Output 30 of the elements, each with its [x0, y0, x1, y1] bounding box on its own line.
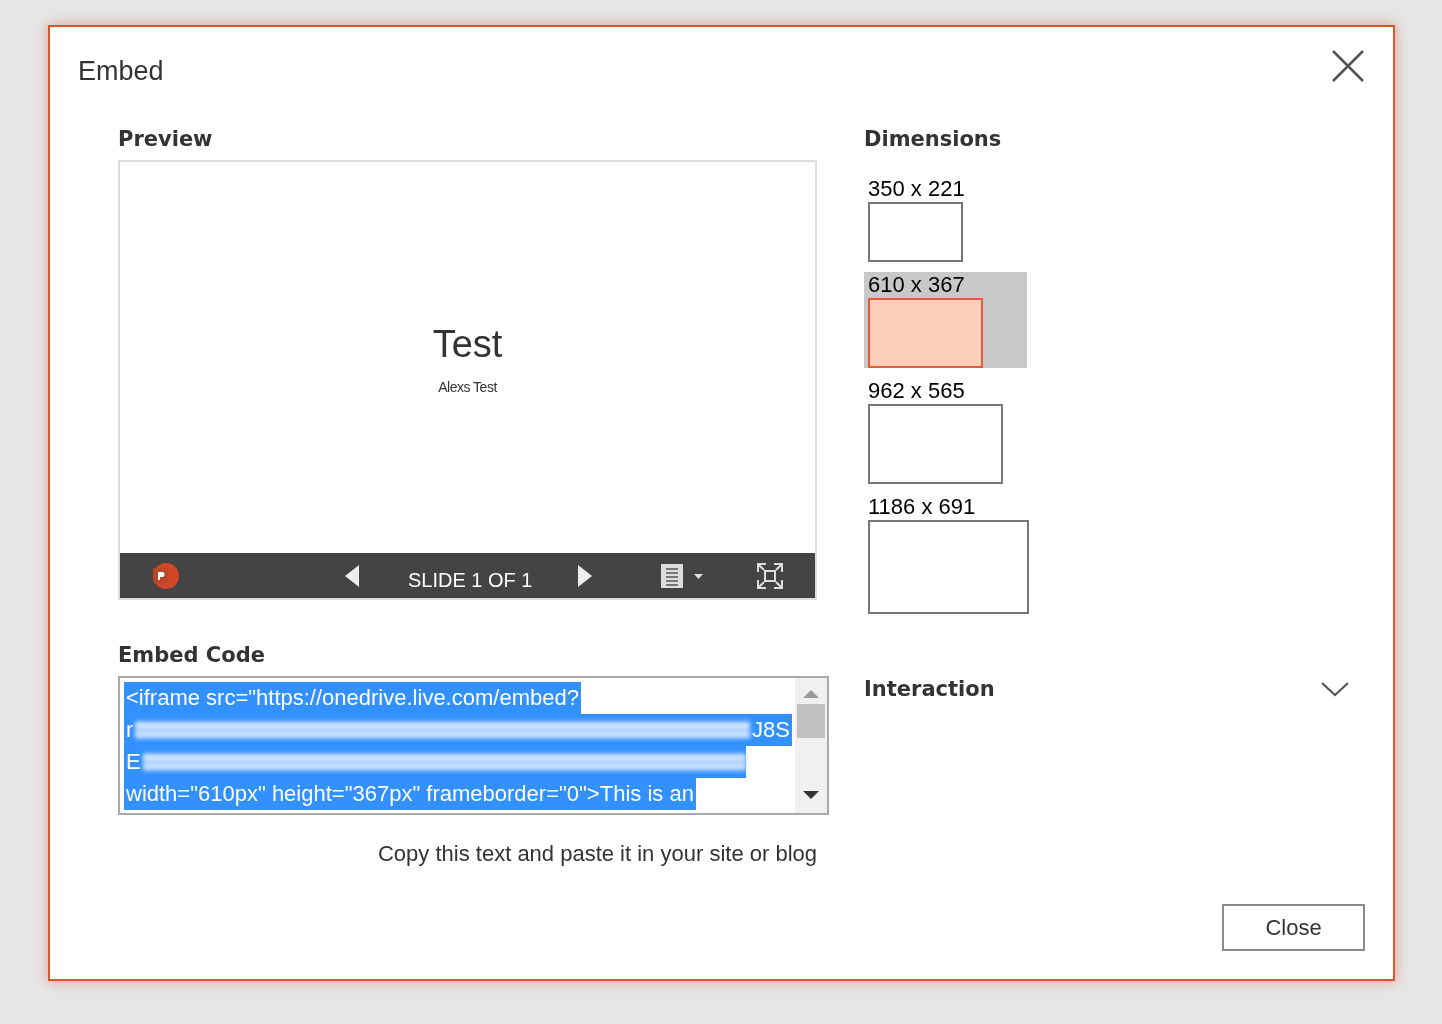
- scroll-down-icon[interactable]: [803, 790, 819, 801]
- slide-title: Test: [432, 324, 503, 363]
- dimension-option[interactable]: 1186 x 691: [864, 493, 1027, 614]
- close-button[interactable]: Close: [1222, 904, 1365, 951]
- code-fragment: r: [125, 715, 135, 744]
- dimension-label: 962 x 565: [868, 377, 966, 404]
- previous-slide-icon[interactable]: [345, 564, 359, 587]
- chevron-icon[interactable]: [1320, 680, 1350, 699]
- section-heading: Interaction: [864, 675, 995, 703]
- dimension-option[interactable]: 610 x 367: [864, 271, 1027, 368]
- code-fragment: E: [125, 747, 142, 776]
- dimension-option[interactable]: 962 x 565: [864, 377, 1027, 484]
- dimension-option[interactable]: 350 x 221: [864, 175, 1027, 262]
- slide-counter: SLIDE 1 OF 1: [408, 567, 533, 593]
- section-heading: Embed Code: [118, 641, 266, 669]
- presentation-logo-icon[interactable]: [150, 560, 180, 591]
- dialog-title: Embed: [78, 55, 164, 88]
- section-heading: Preview: [118, 125, 214, 153]
- scrollbar[interactable]: [795, 677, 827, 813]
- fullscreen-icon[interactable]: [757, 562, 783, 589]
- next-slide-icon[interactable]: [578, 564, 592, 587]
- dimension-label: 610 x 367: [868, 271, 966, 298]
- dimension-label: 1186 x 691: [868, 493, 977, 520]
- section-heading: Dimensions: [864, 125, 1003, 153]
- code-fragment: J8S: [751, 715, 791, 744]
- embed-hint: Copy this text and paste it in your site or blog: [378, 839, 817, 868]
- scrollbar-thumb[interactable]: [797, 703, 825, 738]
- dimension-label: 350 x 221: [868, 175, 966, 202]
- close-icon[interactable]: [1331, 49, 1365, 83]
- slide-subtitle: Alexs Test: [438, 377, 497, 397]
